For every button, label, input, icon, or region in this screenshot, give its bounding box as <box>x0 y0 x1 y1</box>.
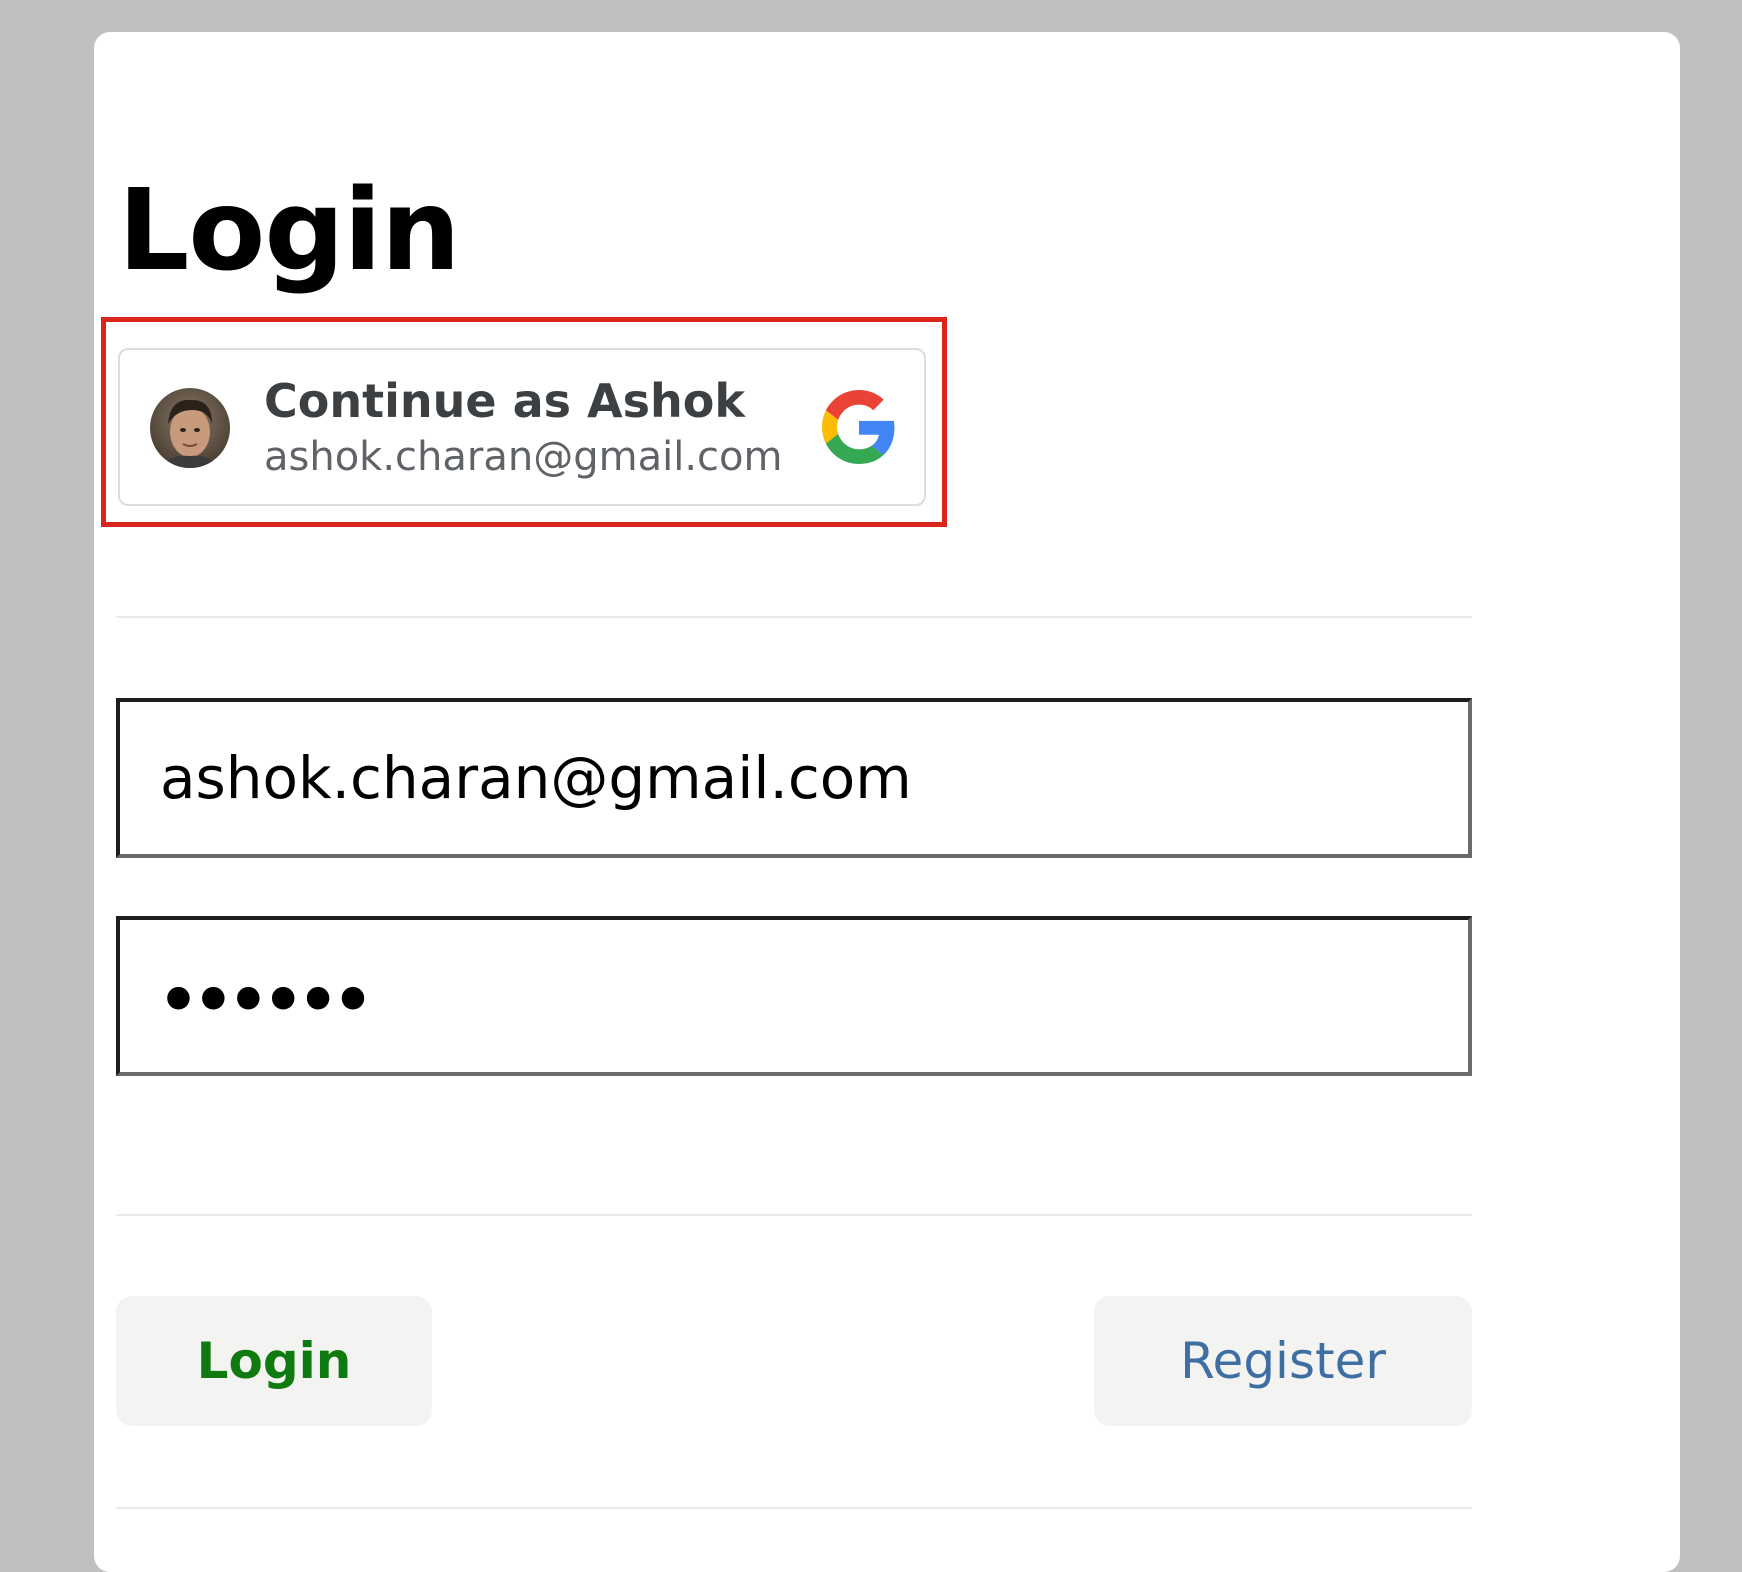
password-field[interactable] <box>116 916 1472 1076</box>
divider <box>116 616 1472 618</box>
google-account-email: ashok.charan@gmail.com <box>264 434 783 480</box>
divider <box>116 1214 1472 1216</box>
google-one-tap-button[interactable]: Continue as Ashok ashok.charan@gmail.com <box>118 348 926 506</box>
google-account-name: Continue as Ashok <box>264 374 745 428</box>
register-button[interactable]: Register <box>1094 1296 1472 1426</box>
avatar <box>150 388 230 468</box>
divider <box>116 1507 1472 1509</box>
email-field[interactable] <box>116 698 1472 858</box>
page-title: Login <box>118 166 461 296</box>
google-logo-icon <box>822 390 896 464</box>
login-button[interactable]: Login <box>116 1296 432 1426</box>
